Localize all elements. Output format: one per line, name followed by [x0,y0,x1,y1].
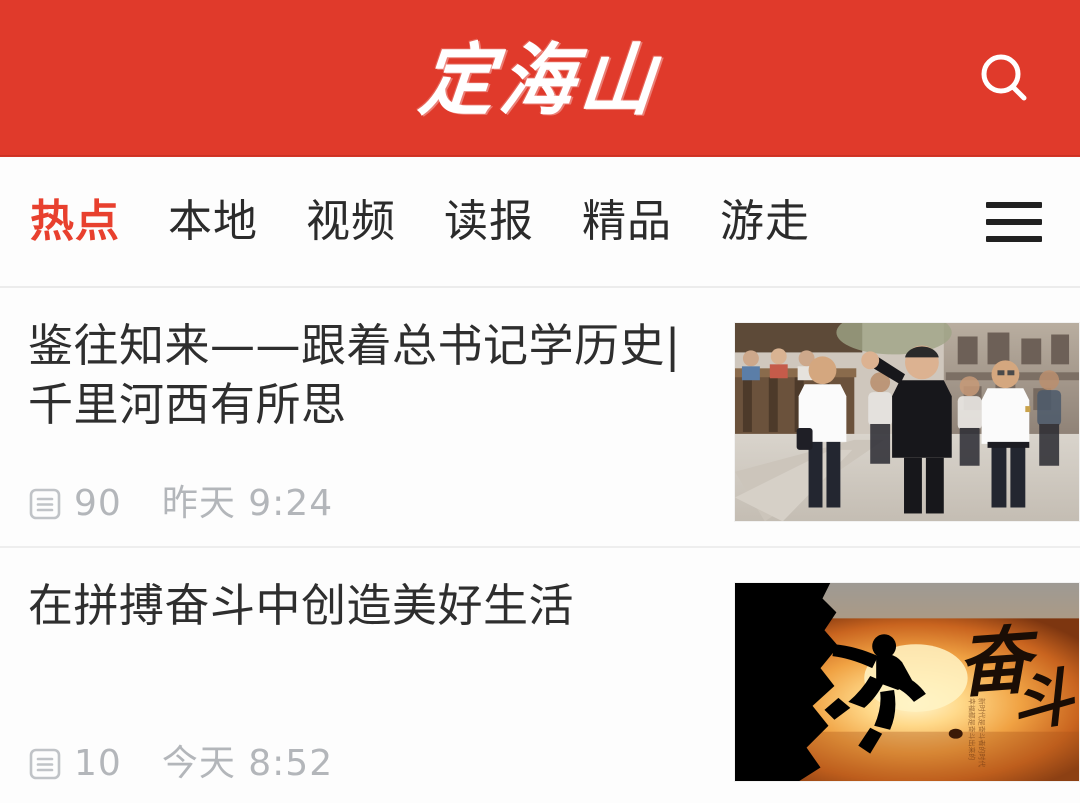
article-feed: 鉴往知来——跟着总书记学历史|千里河西有所思 90 昨天 9:24 在拼搏奋斗中… [0,288,1080,803]
search-button[interactable] [966,40,1044,118]
article-text-block: 鉴往知来——跟着总书记学历史|千里河西有所思 90 昨天 9:24 [0,316,734,522]
svg-text:新时代是奋斗者的时代: 新时代是奋斗者的时代 [978,698,987,767]
app-logo: 定海山 [415,34,665,127]
hamburger-menu-icon-bar-2 [986,218,1042,225]
article-meta: 90 昨天 9:24 [28,486,720,522]
svg-text:幸福都是奋斗出来的: 幸福都是奋斗出来的 [968,698,977,761]
svg-text:斗: 斗 [1007,660,1079,741]
article-title: 鉴往知来——跟着总书记学历史|千里河西有所思 [28,319,681,432]
tab-premium[interactable]: 精品 [580,196,674,248]
article-read-count: 10 [74,743,122,784]
hamburger-menu-icon-bar-1 [986,201,1042,208]
article-meta: 10 今天 8:52 [28,746,720,782]
news-app-screen: 定海山 热点 本地 视频 读报 精品 游走 鉴往知来——跟着总书记学历史|千里河… [0,0,1080,803]
article-list-item[interactable]: 在拼搏奋斗中创造美好生活 10 今天 8:52 奋 斗 幸福都是奋斗出来的 新时… [0,548,1080,803]
article-text-block: 在拼搏奋斗中创造美好生活 10 今天 8:52 [0,576,734,782]
tab-paper[interactable]: 读报 [442,196,536,248]
tab-travel[interactable]: 游走 [718,196,812,248]
article-read-count: 90 [74,483,122,524]
hamburger-menu-icon-bar-3 [986,235,1042,242]
climber-sunset-poster: 奋 斗 幸福都是奋斗出来的 新时代是奋斗者的时代 [735,583,1079,781]
article-title: 在拼搏奋斗中创造美好生活 [28,579,575,632]
hamburger-menu-button[interactable] [972,180,1056,264]
article-thumbnail[interactable]: 奋 斗 幸福都是奋斗出来的 新时代是奋斗者的时代 [734,582,1080,782]
leaders-walking-photo [735,323,1079,521]
article-document-icon [28,747,62,781]
tab-local[interactable]: 本地 [166,196,260,248]
article-list-item[interactable]: 鉴往知来——跟着总书记学历史|千里河西有所思 90 昨天 9:24 [0,288,1080,548]
tab-hot[interactable]: 热点 [28,196,122,248]
category-tabbar: 热点 本地 视频 读报 精品 游走 [0,157,1080,288]
article-timestamp: 昨天 9:24 [161,483,334,524]
article-timestamp: 今天 8:52 [161,743,334,784]
article-thumbnail[interactable] [734,322,1080,522]
search-icon [981,54,1027,100]
tab-list: 热点 本地 视频 读报 精品 游走 [28,196,972,248]
tab-video[interactable]: 视频 [304,196,398,248]
app-header: 定海山 [0,0,1080,158]
article-document-icon [28,487,62,521]
